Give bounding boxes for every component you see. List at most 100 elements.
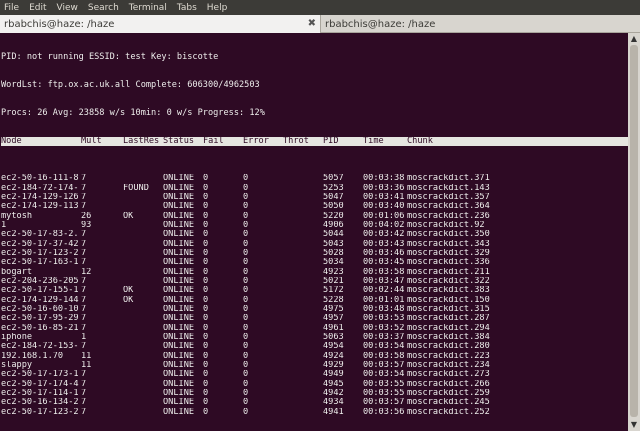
cell-status: ONLINE xyxy=(163,361,195,371)
cell-mult: 7 xyxy=(81,314,87,324)
cell-error: 0 xyxy=(243,174,249,184)
cell-time: 00:02:44 xyxy=(363,286,405,296)
cell-status: ONLINE xyxy=(163,202,195,212)
cell-error: 0 xyxy=(243,248,249,258)
cell-lastres xyxy=(123,398,163,407)
table-row: 192.168.1.70 11 ONLINE 0 0 4924 00:03:58 moscra… xyxy=(1,352,628,361)
tab-terminal-1[interactable]: rbabchis@haze: /haze ✖ xyxy=(0,15,320,33)
menu-item-file[interactable]: File xyxy=(4,3,19,13)
cell-node: 192.168.1.70 xyxy=(1,351,64,361)
cell-throt xyxy=(283,258,323,267)
cell-chunk: moscrackdict.383 xyxy=(407,286,490,296)
cell-throt xyxy=(283,408,323,417)
cell-mult: 7 xyxy=(81,202,87,212)
menu-item-tabs[interactable]: Tabs xyxy=(177,3,197,13)
cell-status: ONLINE xyxy=(163,333,195,342)
cell-fail: 0 xyxy=(203,314,209,324)
table-row: ec2-50-17-163-1 7 ONLINE 0 0 5034 00:03:45 mosc… xyxy=(1,258,628,267)
cell-throt xyxy=(283,221,323,230)
table-row: ec2-174-129-144 7 OK ONLINE 0 0 5228 00:01:01 mo… xyxy=(1,296,628,305)
close-icon[interactable]: ✖ xyxy=(308,18,316,29)
cell-throt xyxy=(283,230,323,239)
cell-fail: 0 xyxy=(203,192,209,202)
terminal-output[interactable]: PID: not running ESSID: test Key: biscot… xyxy=(0,33,628,431)
cell-fail: 0 xyxy=(203,370,209,380)
cell-mult: 7 xyxy=(81,389,87,399)
cell-time: 00:03:53 xyxy=(363,314,405,324)
tab-title: rbabchis@haze: /haze xyxy=(4,18,115,30)
status-line-wordlist: WordLst: ftp.ox.ac.uk.all Complete: 6063… xyxy=(1,79,260,90)
cell-fail: 0 xyxy=(203,258,209,268)
cell-time: 00:03:48 xyxy=(363,304,405,314)
cell-error: 0 xyxy=(243,230,249,240)
cell-throt xyxy=(283,296,323,305)
cell-chunk: moscrackdict.280 xyxy=(407,342,490,352)
table-row: ec2-50-17-174-4 7 ONLINE 0 0 4945 00:03:55 mosc… xyxy=(1,380,628,389)
cell-fail: 0 xyxy=(203,295,209,305)
cell-time: 00:03:56 xyxy=(363,407,405,417)
cell-error: 0 xyxy=(243,220,249,230)
table-header: Node Mult LastRes Status Fail Error Throt PID Ti… xyxy=(1,136,628,147)
menu-item-terminal[interactable]: Terminal xyxy=(129,3,167,13)
cell-throt xyxy=(283,389,323,398)
cell-fail: 0 xyxy=(203,211,209,221)
cell-mult: 7 xyxy=(81,342,87,352)
table-row: ec2-50-16-60-10 7 ONLINE 0 0 4975 00:03:48 mosc… xyxy=(1,305,628,314)
table-row: ec2-50-16-134-2 7 ONLINE 0 0 4934 00:03:57 mosc… xyxy=(1,398,628,407)
cell-status: ONLINE xyxy=(163,370,195,380)
cell-node: iphone xyxy=(1,333,33,342)
cell-status: ONLINE xyxy=(163,248,195,258)
cell-lastres xyxy=(123,361,163,370)
scroll-thumb[interactable] xyxy=(630,45,638,417)
cell-node: ec2-184-72-153- xyxy=(1,342,79,352)
cell-node: ec2-50-17-123-2 xyxy=(1,407,79,417)
cell-lastres xyxy=(123,268,163,277)
cell-throt xyxy=(283,240,323,249)
menu-item-search[interactable]: Search xyxy=(88,3,119,13)
cell-pid: 5047 xyxy=(323,192,344,202)
column-header-time: Time xyxy=(363,136,384,146)
cell-throt xyxy=(283,174,323,183)
cell-error: 0 xyxy=(243,258,249,268)
scroll-up-icon[interactable]: ▲ xyxy=(628,33,640,45)
cell-node: ec2-50-16-111-8 xyxy=(1,174,79,184)
cell-lastres xyxy=(123,193,163,202)
table-row: ec2-50-17-83-2. 7 ONLINE 0 0 5044 00:03:42 mosc… xyxy=(1,230,628,239)
cell-error: 0 xyxy=(243,211,249,221)
table-row: ec2-184-72-153- 7 ONLINE 0 0 4954 00:03:54 mosc… xyxy=(1,342,628,351)
tab-bar: rbabchis@haze: /haze ✖ rbabchis@haze: /h… xyxy=(0,15,640,33)
cell-chunk: moscrackdict.294 xyxy=(407,323,490,333)
scroll-down-icon[interactable]: ▼ xyxy=(628,419,640,431)
menu-item-help[interactable]: Help xyxy=(207,3,228,13)
cell-chunk: moscrackdict.384 xyxy=(407,333,490,342)
table-row xyxy=(1,165,628,174)
vertical-scrollbar[interactable]: ▲ ▼ xyxy=(628,33,640,431)
cell-lastres: OK xyxy=(123,211,134,221)
cell-time: 00:03:41 xyxy=(363,192,405,202)
cell-node: ec2-50-17-123-2 xyxy=(1,248,79,258)
cell-status: ONLINE xyxy=(163,211,195,221)
node-table: ec2-50-16-111-8 7 ONLINE 0 0 5057 00:03:38 mosc… xyxy=(1,165,628,417)
menu-item-view[interactable]: View xyxy=(57,3,78,13)
cell-chunk: moscrackdict.329 xyxy=(407,248,490,258)
cell-error: 0 xyxy=(243,351,249,361)
cell-node: ec2-50-16-85-21 xyxy=(1,323,79,333)
menu-item-edit[interactable]: Edit xyxy=(29,3,46,13)
cell-error: 0 xyxy=(243,370,249,380)
cell-chunk: moscrackdict.273 xyxy=(407,370,490,380)
cell-time: 00:03:42 xyxy=(363,230,405,240)
cell-node: ec2-50-17-174-4 xyxy=(1,379,79,389)
cell-chunk: moscrackdict.92 xyxy=(407,220,485,230)
tab-terminal-2[interactable]: rbabchis@haze: /haze xyxy=(320,15,640,33)
cell-chunk: moscrackdict.143 xyxy=(407,183,490,193)
cell-mult: 7 xyxy=(81,370,87,380)
cell-fail: 0 xyxy=(203,379,209,389)
cell-time: 00:03:45 xyxy=(363,258,405,268)
cell-node xyxy=(1,165,81,174)
table-row: slappy 11 ONLINE 0 0 4929 00:03:57 moscrackdict… xyxy=(1,361,628,370)
cell-throt xyxy=(283,352,323,361)
cell-fail: 0 xyxy=(203,276,209,286)
cell-time: 00:03:58 xyxy=(363,267,405,277)
column-header-throt: Throt xyxy=(283,136,309,146)
cell-status: ONLINE xyxy=(163,258,195,268)
